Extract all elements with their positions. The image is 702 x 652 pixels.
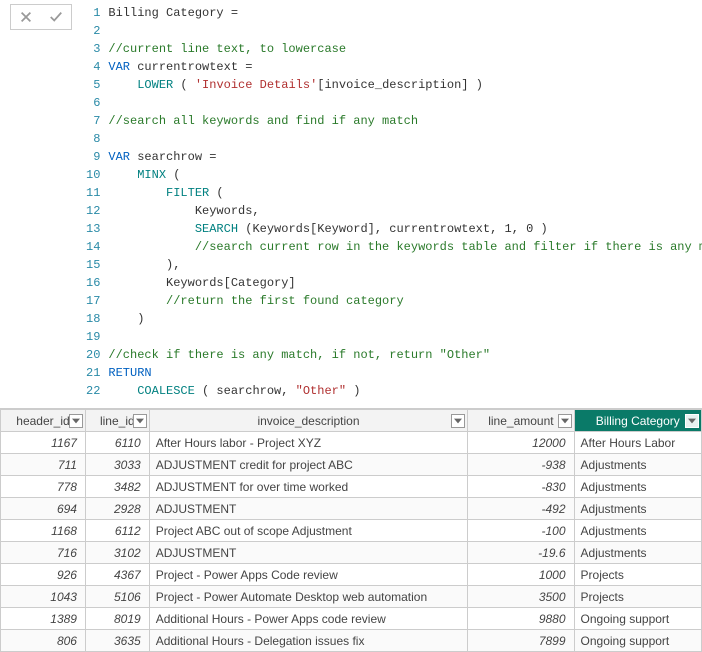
cell-invoice_description: ADJUSTMENT [149, 542, 468, 564]
cell-line_amount: -100 [468, 520, 574, 542]
cell-line_id: 8019 [85, 608, 149, 630]
cell-line_amount: 9880 [468, 608, 574, 630]
table-row[interactable]: 11686112Project ABC out of scope Adjustm… [1, 520, 702, 542]
cell-line_id: 3482 [85, 476, 149, 498]
cell-billing_category: Adjustments [574, 520, 701, 542]
cell-line_id: 5106 [85, 586, 149, 608]
cell-billing_category: Adjustments [574, 498, 701, 520]
table-row[interactable]: 11676110After Hours labor - Project XYZ1… [1, 432, 702, 454]
cell-line_amount: -938 [468, 454, 574, 476]
cell-invoice_description: After Hours labor - Project XYZ [149, 432, 468, 454]
column-header-label: line_id [100, 414, 135, 428]
filter-dropdown-button[interactable] [451, 414, 465, 428]
cell-line_amount: -830 [468, 476, 574, 498]
cell-line_amount: -19.6 [468, 542, 574, 564]
table-row[interactable]: 13898019Additional Hours - Power Apps co… [1, 608, 702, 630]
cell-line_id: 3033 [85, 454, 149, 476]
cell-line_id: 2928 [85, 498, 149, 520]
cell-line_id: 6112 [85, 520, 149, 542]
cell-line_amount: 1000 [468, 564, 574, 586]
cell-header_id: 926 [1, 564, 86, 586]
column-header-label: invoice_description [257, 414, 359, 428]
cell-invoice_description: Project ABC out of scope Adjustment [149, 520, 468, 542]
table-row[interactable]: 7783482ADJUSTMENT for over time worked-8… [1, 476, 702, 498]
column-header-invoice_description[interactable]: invoice_description [149, 410, 468, 432]
formula-action-buttons [10, 4, 72, 30]
cell-invoice_description: Project - Power Automate Desktop web aut… [149, 586, 468, 608]
cell-billing_category: Projects [574, 586, 701, 608]
cell-invoice_description: ADJUSTMENT for over time worked [149, 476, 468, 498]
column-header-label: Billing Category [596, 414, 680, 428]
column-header-label: line_amount [488, 414, 553, 428]
cell-billing_category: Projects [574, 564, 701, 586]
table-body: 11676110After Hours labor - Project XYZ1… [1, 432, 702, 652]
line-number-gutter: 1 2 3 4 5 6 7 8 9 10 11 12 13 14 15 16 1… [72, 4, 108, 400]
cell-billing_category: Adjustments [574, 454, 701, 476]
formula-code[interactable]: Billing Category = //current line text, … [108, 4, 702, 400]
cell-invoice_description: ADJUSTMENT credit for project ABC [149, 454, 468, 476]
cell-header_id: 711 [1, 454, 86, 476]
cell-line_id: 6110 [85, 432, 149, 454]
cell-billing_category: Adjustments [574, 476, 701, 498]
table-row[interactable]: 9264367Project - Power Apps Code review1… [1, 564, 702, 586]
column-header-line_amount[interactable]: line_amount [468, 410, 574, 432]
cell-header_id: 1043 [1, 586, 86, 608]
cell-invoice_description: Additional Hours - Delegation issues fix [149, 630, 468, 652]
column-header-header_id[interactable]: header_id [1, 410, 86, 432]
cell-invoice_description: Additional Hours - Power Apps code revie… [149, 608, 468, 630]
cell-header_id: 1389 [1, 608, 86, 630]
formula-bar-region: 1 2 3 4 5 6 7 8 9 10 11 12 13 14 15 16 1… [0, 0, 702, 409]
cell-invoice_description: ADJUSTMENT [149, 498, 468, 520]
cell-line_amount: 12000 [468, 432, 574, 454]
close-icon [19, 10, 33, 24]
cell-line_id: 3635 [85, 630, 149, 652]
cell-line_amount: 3500 [468, 586, 574, 608]
table-row[interactable]: 7163102ADJUSTMENT-19.6Adjustments [1, 542, 702, 564]
cell-header_id: 806 [1, 630, 86, 652]
column-header-label: header_id [16, 414, 69, 428]
check-icon [49, 10, 63, 24]
commit-button[interactable] [41, 5, 71, 29]
cell-header_id: 1167 [1, 432, 86, 454]
filter-dropdown-button[interactable] [685, 414, 699, 428]
chevron-down-icon [688, 418, 696, 424]
cell-billing_category: After Hours Labor [574, 432, 701, 454]
data-preview-table: header_id line_id invoice_description line_… [0, 409, 702, 652]
chevron-down-icon [72, 418, 80, 424]
cell-billing_category: Adjustments [574, 542, 701, 564]
table-row[interactable]: 8063635Additional Hours - Delegation iss… [1, 630, 702, 652]
cell-billing_category: Ongoing support [574, 630, 701, 652]
cell-billing_category: Ongoing support [574, 608, 701, 630]
formula-editor[interactable]: 1 2 3 4 5 6 7 8 9 10 11 12 13 14 15 16 1… [72, 0, 702, 408]
chevron-down-icon [454, 418, 462, 424]
column-header-line_id[interactable]: line_id [85, 410, 149, 432]
column-header-billing_category[interactable]: Billing Category [574, 410, 701, 432]
cell-line_id: 4367 [85, 564, 149, 586]
cell-header_id: 694 [1, 498, 86, 520]
table-header-row: header_id line_id invoice_description line_… [1, 410, 702, 432]
cell-line_amount: 7899 [468, 630, 574, 652]
chevron-down-icon [136, 418, 144, 424]
cell-line_id: 3102 [85, 542, 149, 564]
table-row[interactable]: 6942928ADJUSTMENT-492Adjustments [1, 498, 702, 520]
cell-header_id: 778 [1, 476, 86, 498]
cell-header_id: 716 [1, 542, 86, 564]
cell-line_amount: -492 [468, 498, 574, 520]
cell-header_id: 1168 [1, 520, 86, 542]
chevron-down-icon [561, 418, 569, 424]
cell-invoice_description: Project - Power Apps Code review [149, 564, 468, 586]
filter-dropdown-button[interactable] [133, 414, 147, 428]
filter-dropdown-button[interactable] [69, 414, 83, 428]
filter-dropdown-button[interactable] [558, 414, 572, 428]
cancel-button[interactable] [11, 5, 41, 29]
table-row[interactable]: 10435106Project - Power Automate Desktop… [1, 586, 702, 608]
table-row[interactable]: 7113033ADJUSTMENT credit for project ABC… [1, 454, 702, 476]
